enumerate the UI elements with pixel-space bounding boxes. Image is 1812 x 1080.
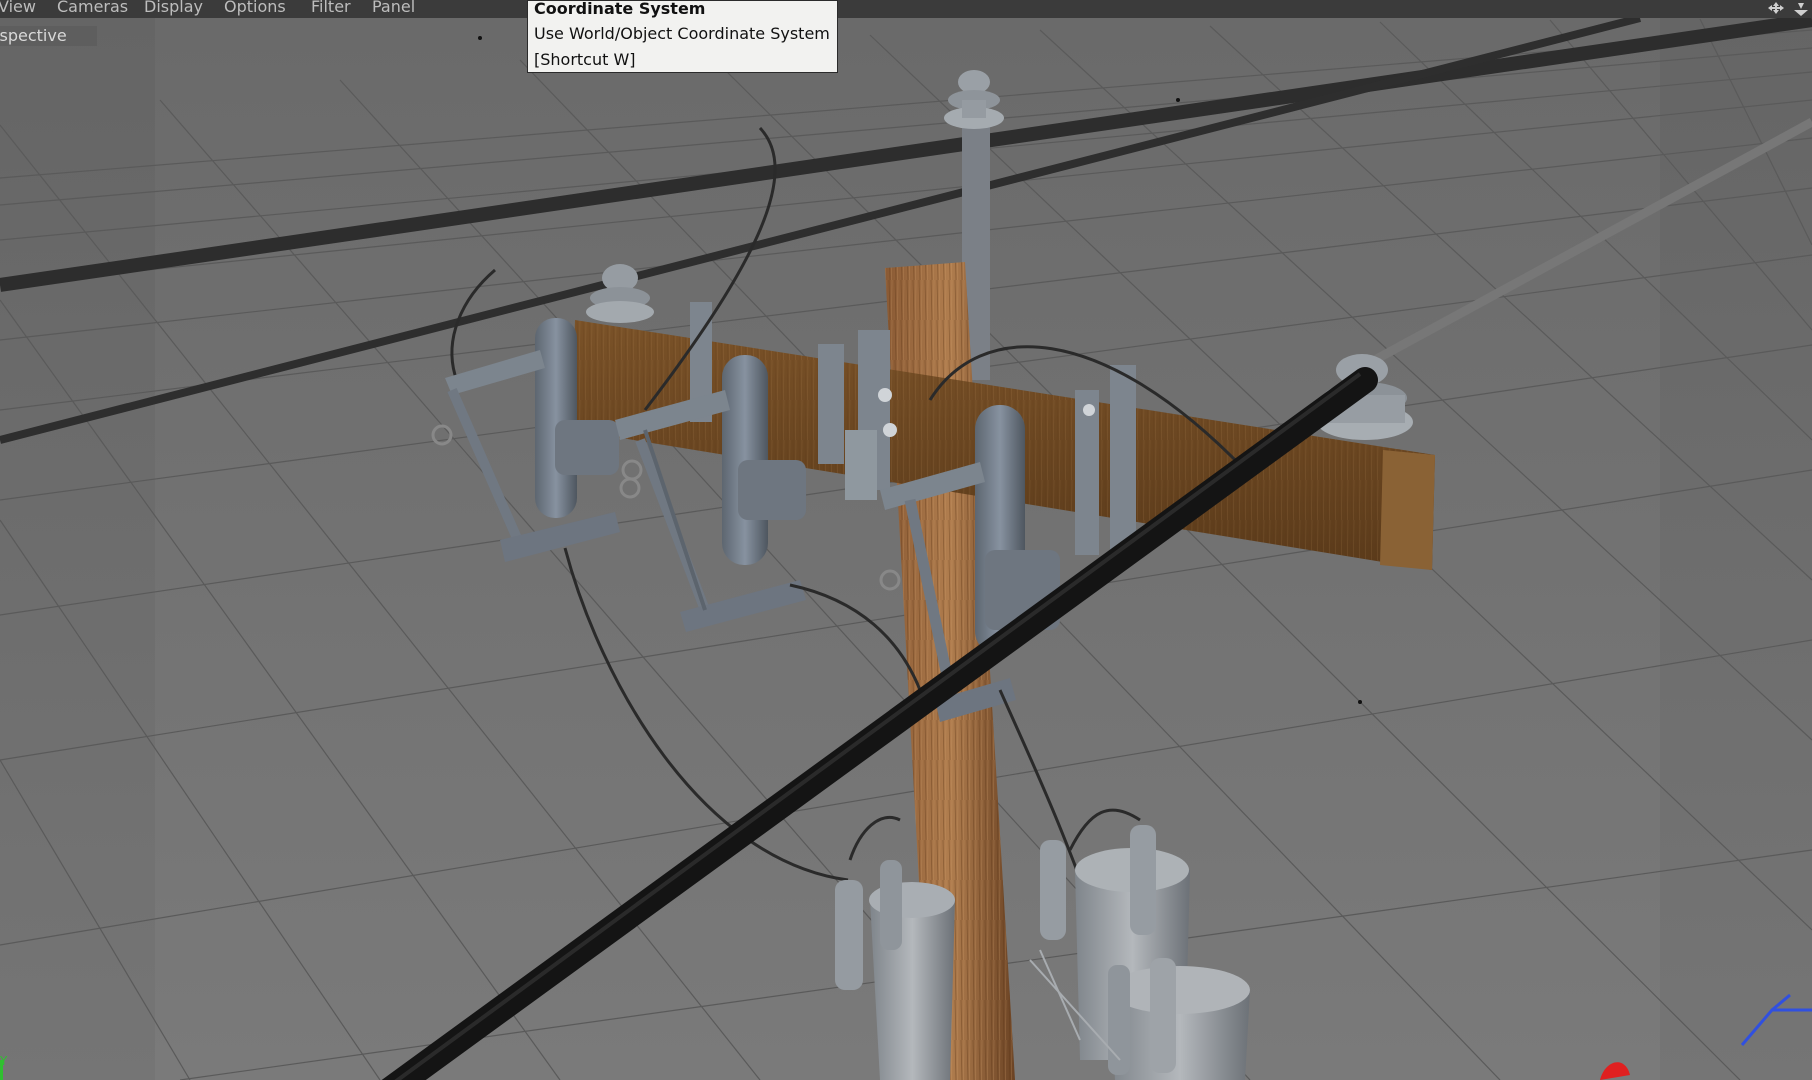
viewport-label-perspective[interactable]: Perspective [0, 26, 97, 46]
tooltip-description: Use World/Object Coordinate System [534, 24, 830, 43]
viewport-menubar: View Cameras Display Options Filter Pane… [0, 0, 1812, 18]
tooltip-title: Coordinate System [534, 0, 706, 18]
axis-y-label: Y [0, 1054, 8, 1068]
menu-cameras[interactable]: Cameras [57, 0, 128, 16]
move-view-icon[interactable] [1764, 0, 1810, 16]
menu-view[interactable]: View [0, 0, 36, 16]
menu-panel[interactable]: Panel [372, 0, 415, 16]
cinema4d-viewport-window: View Cameras Display Options Filter Pane… [0, 0, 1812, 1080]
menu-display[interactable]: Display [144, 0, 203, 16]
3d-viewport[interactable]: Y [0, 18, 1812, 1080]
coordinate-system-tooltip: Coordinate System Use World/Object Coord… [527, 0, 838, 73]
menu-filter[interactable]: Filter [311, 0, 351, 16]
tooltip-shortcut: [Shortcut W] [534, 50, 636, 69]
menu-options[interactable]: Options [224, 0, 286, 16]
viewport-scene[interactable]: Y [0, 18, 1812, 1080]
